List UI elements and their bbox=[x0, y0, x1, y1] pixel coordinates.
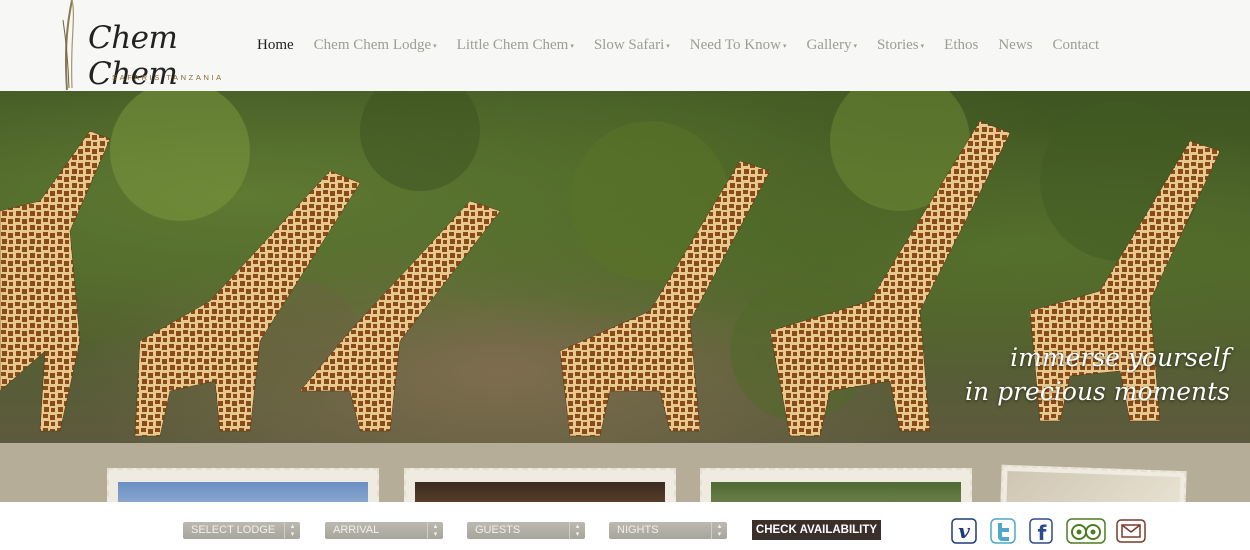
facebook-icon[interactable]: f bbox=[1029, 517, 1053, 545]
nav-item-slow-safari[interactable]: Slow Safari ▾ bbox=[594, 37, 670, 54]
select-lodge-value: SELECT LODGE bbox=[191, 524, 276, 536]
nights-value: NIGHTS bbox=[617, 524, 659, 536]
arrival-dropdown[interactable]: ARRIVAL ▴ ▾ bbox=[325, 522, 443, 539]
site-header: Chem Chem SAFARIS TANZANIA Home Chem Che… bbox=[0, 0, 1250, 92]
nav-item-gallery[interactable]: Gallery ▾ bbox=[806, 37, 857, 54]
chevron-down-icon: ▾ bbox=[570, 41, 574, 50]
nav-item-news[interactable]: News bbox=[998, 37, 1032, 54]
nav-item-little-chem-chem[interactable]: Little Chem Chem ▾ bbox=[457, 37, 574, 54]
nav-item-ethos[interactable]: Ethos bbox=[944, 37, 978, 54]
svg-text:v: v bbox=[958, 519, 970, 543]
logo-subtitle: SAFARIS TANZANIA bbox=[112, 73, 224, 82]
chevron-down-icon: ▾ bbox=[782, 41, 787, 50]
select-arrows-icon: ▴ ▾ bbox=[711, 522, 727, 539]
nav-item-need-to-know[interactable]: Need To Know ▾ bbox=[690, 37, 787, 54]
chem-chem-logo[interactable]: Chem Chem SAFARIS TANZANIA bbox=[58, 0, 253, 92]
email-icon[interactable] bbox=[1115, 517, 1147, 545]
chevron-down-icon: ▾ bbox=[666, 41, 670, 50]
tagline-line-1: immerse yourself bbox=[1010, 343, 1230, 372]
guests-value: GUESTS bbox=[475, 524, 521, 536]
chevron-down-icon: ▾ bbox=[920, 41, 925, 50]
guests-dropdown[interactable]: GUESTS ▴ ▾ bbox=[467, 522, 585, 539]
select-arrows-icon: ▴ ▾ bbox=[569, 522, 585, 539]
select-arrows-icon: ▴ ▾ bbox=[284, 522, 300, 539]
tagline-line-2: in precious moments bbox=[965, 377, 1230, 406]
vimeo-icon[interactable]: v bbox=[951, 517, 977, 545]
hero-tagline: immerse yourself in precious moments bbox=[965, 341, 1230, 409]
nav-item-home[interactable]: Home bbox=[257, 37, 294, 54]
twitter-icon[interactable] bbox=[989, 517, 1017, 545]
tripadvisor-icon[interactable] bbox=[1066, 517, 1106, 545]
select-lodge-dropdown[interactable]: SELECT LODGE ▴ ▾ bbox=[183, 522, 300, 539]
nav-item-chem-chem-lodge[interactable]: Chem Chem Lodge ▾ bbox=[314, 37, 437, 54]
arrival-value: ARRIVAL bbox=[333, 524, 380, 536]
nav-item-stories[interactable]: Stories ▾ bbox=[877, 37, 924, 54]
check-availability-button[interactable]: CHECK AVAILABILITY bbox=[752, 520, 881, 540]
select-arrows-icon: ▴ ▾ bbox=[427, 522, 443, 539]
hero-banner: immerse yourself in precious moments bbox=[0, 91, 1250, 443]
nav-item-contact[interactable]: Contact bbox=[1053, 37, 1100, 54]
svg-text:f: f bbox=[1038, 521, 1047, 545]
main-nav: Home Chem Chem Lodge ▾ Little Chem Chem ▾ … bbox=[257, 37, 1119, 54]
nights-dropdown[interactable]: NIGHTS ▴ ▾ bbox=[609, 522, 727, 539]
chevron-down-icon: ▾ bbox=[433, 41, 437, 50]
chevron-down-icon: ▾ bbox=[853, 41, 857, 50]
